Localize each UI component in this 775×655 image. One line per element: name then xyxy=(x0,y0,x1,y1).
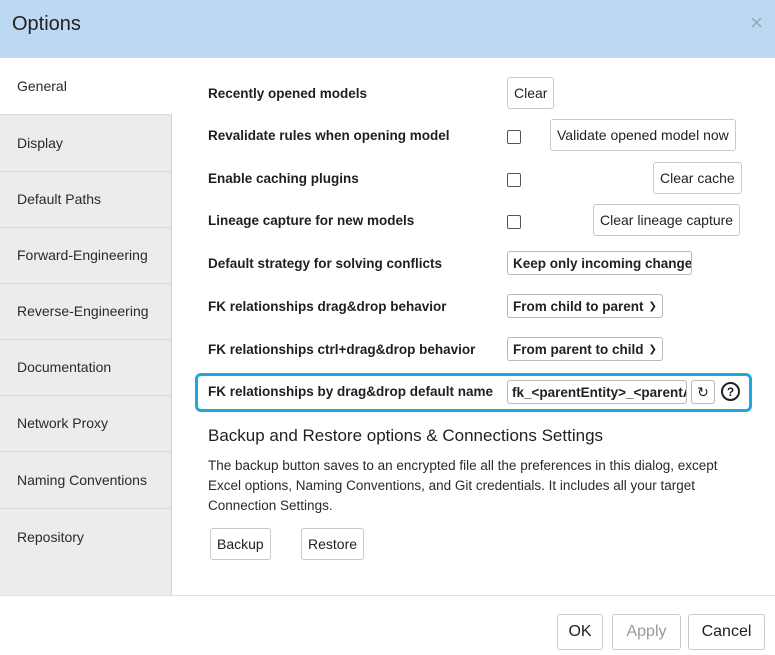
dialog-title: Options xyxy=(12,13,81,35)
backup-section-title: Backup and Restore options & Connections… xyxy=(208,426,604,445)
general-options-panel: Recently opened models Clear Revalidate … xyxy=(173,58,775,595)
backup-button[interactable]: Backup xyxy=(210,528,271,560)
recent-models-label: Recently opened models xyxy=(208,86,368,101)
fk-drag-label: FK relationships drag&drop behavior xyxy=(208,299,447,314)
ok-button[interactable]: OK xyxy=(557,614,603,650)
sidebar-item-reverse-engineering[interactable]: Reverse-Engineering xyxy=(0,283,171,340)
close-icon[interactable]: × xyxy=(750,12,763,34)
lineage-label: Lineage capture for new models xyxy=(208,213,415,228)
caching-checkbox[interactable] xyxy=(507,173,521,187)
cancel-button[interactable]: Cancel xyxy=(688,614,765,650)
sidebar-item-display[interactable]: Display xyxy=(0,115,171,172)
dialog-titlebar: Options × xyxy=(0,0,775,58)
chevron-down-icon: ❯ xyxy=(648,300,657,312)
sidebar-item-forward-engineering[interactable]: Forward-Engineering xyxy=(0,227,171,284)
fk-name-input[interactable]: fk_<parentEntity>_<parentAttribute> xyxy=(507,380,687,404)
validate-model-button[interactable]: Validate opened model now xyxy=(550,119,736,151)
sidebar-item-default-paths[interactable]: Default Paths xyxy=(0,171,171,228)
help-icon[interactable]: ? xyxy=(721,382,740,401)
lineage-checkbox[interactable] xyxy=(507,215,521,229)
clear-cache-button[interactable]: Clear cache xyxy=(653,162,742,194)
conflicts-select[interactable]: Keep only incoming changes xyxy=(507,251,692,275)
revalidate-label: Revalidate rules when opening model xyxy=(208,128,450,143)
fk-ctrl-drag-label: FK relationships ctrl+drag&drop behavior xyxy=(208,342,476,357)
clear-lineage-button[interactable]: Clear lineage capture xyxy=(593,204,741,236)
options-sidebar: General Display Default Paths Forward-En… xyxy=(0,58,172,595)
sidebar-item-repository[interactable]: Repository xyxy=(0,508,171,565)
clear-recent-button[interactable]: Clear xyxy=(507,77,555,109)
conflicts-label: Default strategy for solving conflicts xyxy=(208,256,443,271)
backup-description: The backup button saves to an encrypted … xyxy=(208,458,718,513)
reset-icon[interactable]: ↻ xyxy=(691,380,715,404)
sidebar-item-naming-conventions[interactable]: Naming Conventions xyxy=(0,452,171,509)
sidebar-item-documentation[interactable]: Documentation xyxy=(0,339,171,396)
sidebar-item-general[interactable]: General xyxy=(0,58,172,115)
chevron-down-icon: ❯ xyxy=(648,343,657,355)
caching-label: Enable caching plugins xyxy=(208,171,359,186)
fk-drag-select[interactable]: From child to parent ❯ xyxy=(507,294,663,318)
footer-divider xyxy=(0,595,775,596)
sidebar-item-network-proxy[interactable]: Network Proxy xyxy=(0,395,171,452)
apply-button[interactable]: Apply xyxy=(612,614,681,650)
fk-ctrl-drag-select[interactable]: From parent to child ❯ xyxy=(507,337,663,361)
fk-name-label: FK relationships by drag&drop default na… xyxy=(208,384,494,399)
restore-button[interactable]: Restore xyxy=(301,528,365,560)
revalidate-checkbox[interactable] xyxy=(507,130,521,144)
